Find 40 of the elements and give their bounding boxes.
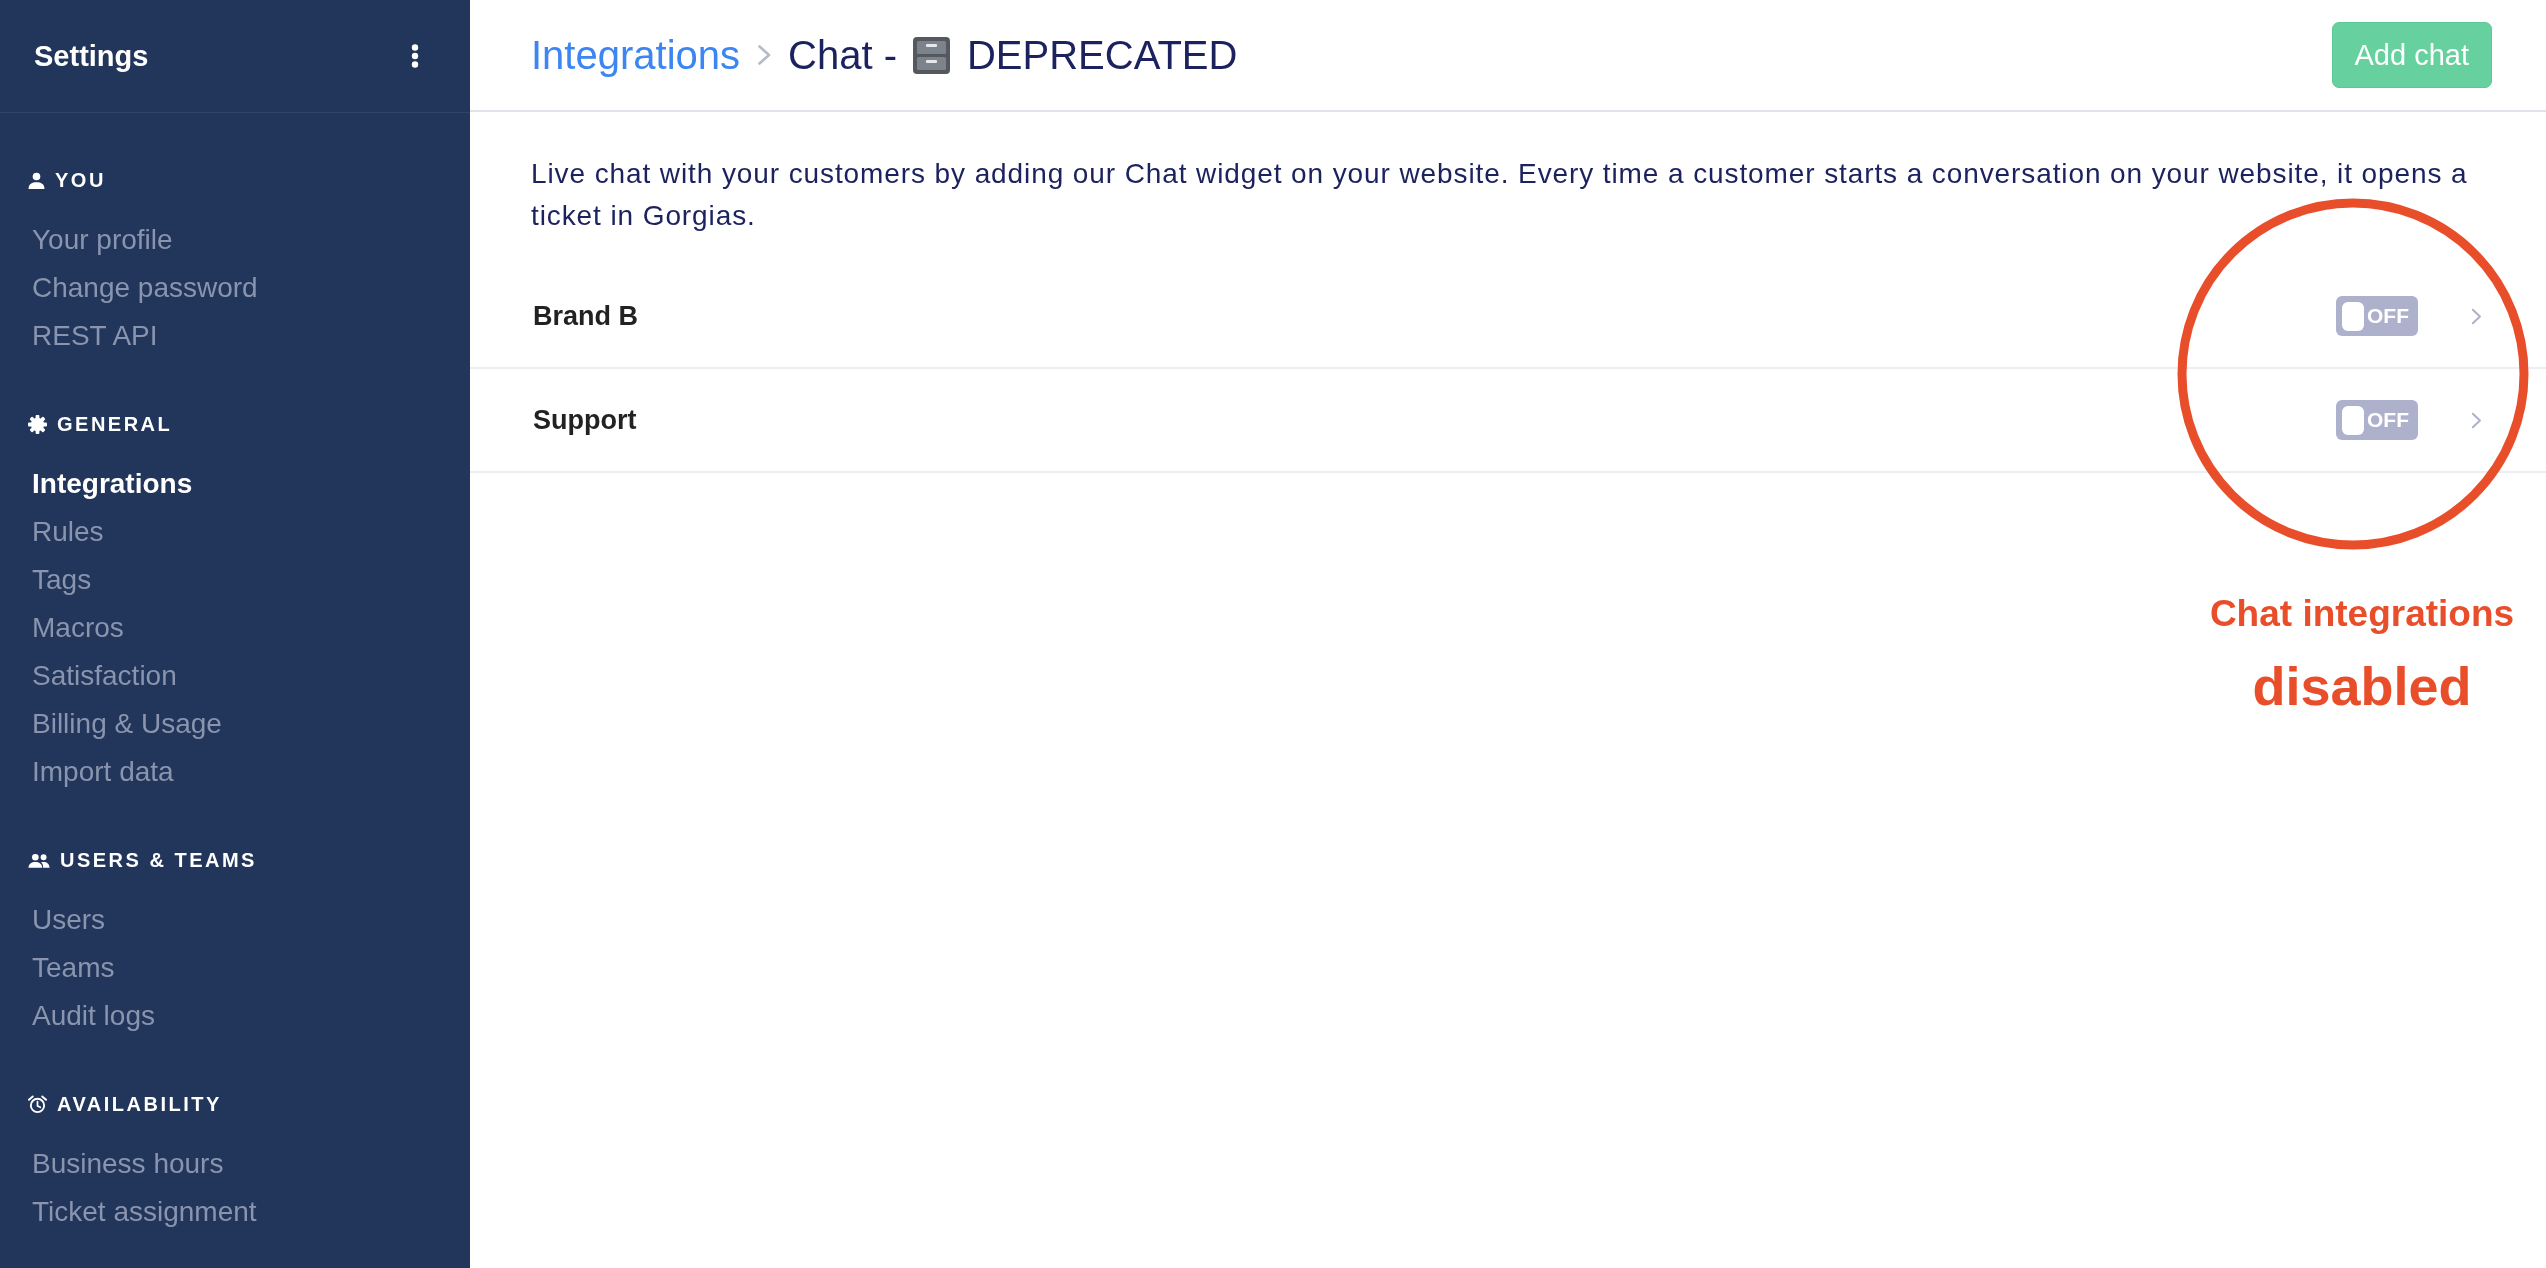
sidebar-link[interactable]: Tags [32, 556, 92, 604]
sidebar-link[interactable]: Audit logs [32, 992, 155, 1040]
sidebar-link[interactable]: Import data [32, 748, 174, 796]
alarm-clock-icon [28, 1094, 47, 1114]
person-icon [28, 171, 45, 189]
section-heading: AVAILABILITY [57, 1092, 222, 1117]
gear-icon [28, 414, 47, 434]
more-menu-icon[interactable] [410, 44, 420, 68]
section-heading: GENERAL [57, 412, 173, 437]
people-icon [28, 852, 50, 868]
section-heading: USERS & TEAMS [60, 848, 257, 873]
section-heading: YOU [55, 168, 106, 193]
chevron-right-icon[interactable] [2471, 411, 2482, 429]
toggle-switch[interactable]: OFF [2336, 400, 2418, 440]
sidebar-link[interactable]: Integrations [32, 460, 193, 508]
annotation-text: Chat integrations disabled [2208, 592, 2516, 718]
chevron-right-icon[interactable] [2471, 307, 2482, 325]
integration-name[interactable]: Support [533, 404, 637, 436]
sidebar-link[interactable]: Users [32, 896, 106, 944]
sidebar-link[interactable]: REST API [32, 312, 158, 360]
breadcrumb-link[interactable]: Integrations [531, 32, 741, 78]
sidebar-link[interactable]: Macros [32, 604, 124, 652]
sidebar-link[interactable]: Ticket assignment [32, 1188, 257, 1236]
sidebar-link[interactable]: Teams [32, 944, 115, 992]
toggle-knob [2342, 301, 2364, 331]
sidebar-title: Settings [34, 39, 149, 73]
integration-name[interactable]: Brand B [533, 300, 638, 332]
description-text: Live chat with your customers by adding our Chat widget on your website. Every time a customer starts a conversation on your website, it opens a ticket in Gorgias. [531, 157, 2469, 233]
sidebar-link[interactable]: Rules [32, 508, 104, 556]
toggle-switch[interactable]: OFF [2336, 296, 2418, 336]
sidebar-link[interactable]: Your profile [32, 216, 173, 264]
toggle-knob [2342, 405, 2364, 435]
sidebar-link[interactable]: Satisfaction [32, 652, 177, 700]
sidebar-link[interactable]: Change password [32, 264, 258, 312]
sidebar-link[interactable]: Billing & Usage [32, 700, 222, 748]
sidebar-link[interactable]: Business hours [32, 1140, 224, 1188]
chevron-right-icon [757, 44, 773, 66]
page-title: Chat - [788, 32, 897, 78]
file-cabinet-icon [912, 36, 950, 74]
deprecated-label: DEPRECATED [966, 32, 1238, 78]
